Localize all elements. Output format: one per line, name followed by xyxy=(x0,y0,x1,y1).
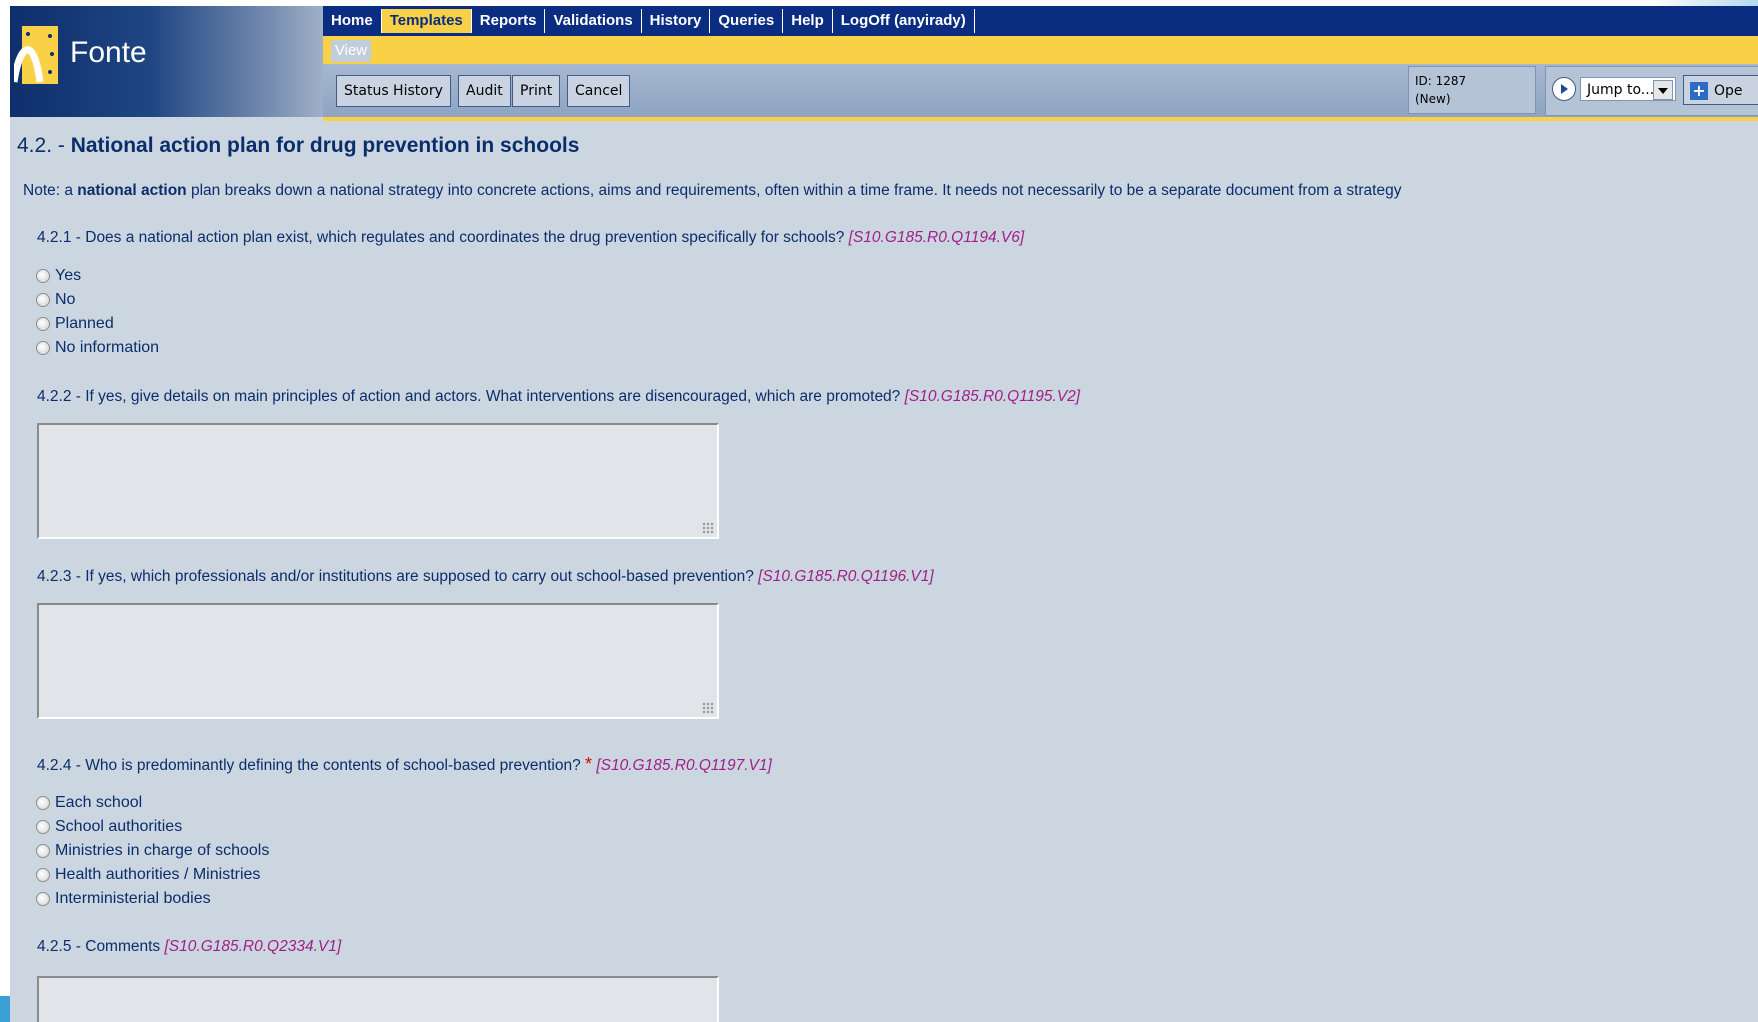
radio-label: Planned xyxy=(55,315,114,332)
answer-textarea-4-2-3[interactable] xyxy=(37,603,719,719)
radio-option-interministerial[interactable]: Interministerial bodies xyxy=(36,888,211,910)
fonte-logo-icon xyxy=(14,26,58,84)
nav-item-history[interactable]: History xyxy=(642,9,711,33)
open-button-label: Ope xyxy=(1714,83,1743,99)
question-text: 4.2.4 - Who is predominantly defining th… xyxy=(37,757,585,774)
radio-label: Health authorities / Ministries xyxy=(55,866,261,883)
radio-button[interactable] xyxy=(36,868,50,882)
top-navigation: Home Templates Reports Validations Histo… xyxy=(323,6,1758,36)
radio-option-yes[interactable]: Yes xyxy=(36,265,81,287)
radio-label: Ministries in charge of schools xyxy=(55,842,270,859)
section-number: 4.2. - xyxy=(17,134,71,157)
record-id: ID: 1287 xyxy=(1415,74,1467,88)
nav-item-reports[interactable]: Reports xyxy=(472,9,546,33)
open-button[interactable]: + Ope xyxy=(1683,75,1758,105)
jump-to-select[interactable]: Jump to... xyxy=(1580,77,1676,101)
question-code: [S10.G185.R0.Q1195.V2] xyxy=(904,388,1081,405)
audit-button[interactable]: Audit xyxy=(458,75,511,107)
required-marker: * xyxy=(585,754,593,774)
nav-item-queries[interactable]: Queries xyxy=(710,9,784,33)
chevron-down-icon[interactable] xyxy=(1653,80,1673,100)
toolbar: Status History Audit Print Cancel ID: 12… xyxy=(323,64,1758,117)
cancel-button[interactable]: Cancel xyxy=(567,75,631,107)
question-code: [S10.G185.R0.Q1194.V6] xyxy=(848,229,1025,246)
status-history-button[interactable]: Status History xyxy=(336,75,451,107)
section-title: National action plan for drug prevention… xyxy=(70,134,580,157)
radio-label: No information xyxy=(55,339,160,356)
page-title: 4.2. - National action plan for drug pre… xyxy=(17,134,579,158)
resize-grip-icon[interactable] xyxy=(702,522,714,534)
radio-button[interactable] xyxy=(36,844,50,858)
logo-text: Fonte xyxy=(70,36,147,69)
radio-button[interactable] xyxy=(36,269,50,283)
radio-option-planned[interactable]: Planned xyxy=(36,313,114,335)
question-4-2-2: 4.2.2 - If yes, give details on main pri… xyxy=(37,388,1080,406)
print-button[interactable]: Print xyxy=(512,75,561,107)
radio-label: School authorities xyxy=(55,818,183,835)
radio-label: No xyxy=(55,291,76,308)
radio-button[interactable] xyxy=(36,796,50,810)
nav-item-validations[interactable]: Validations xyxy=(545,9,642,33)
note-prefix: Note: a xyxy=(23,182,78,199)
radio-button[interactable] xyxy=(36,293,50,307)
radio-label: Each school xyxy=(55,794,143,811)
radio-option-each-school[interactable]: Each school xyxy=(36,792,142,814)
nav-item-home[interactable]: Home xyxy=(323,9,382,33)
nav-item-help[interactable]: Help xyxy=(783,9,833,33)
question-code: [S10.G185.R0.Q1196.V1] xyxy=(758,568,934,585)
logo-area: Fonte xyxy=(10,6,323,117)
question-text: 4.2.1 - Does a national action plan exis… xyxy=(37,229,849,246)
jump-to-panel: Jump to... + Ope xyxy=(1545,66,1758,116)
question-text: 4.2.3 - If yes, which professionals and/… xyxy=(37,568,759,585)
radio-label: Yes xyxy=(55,267,82,284)
question-text: 4.2.2 - If yes, give details on main pri… xyxy=(37,388,905,405)
question-4-2-3: 4.2.3 - If yes, which professionals and/… xyxy=(37,568,934,586)
radio-button[interactable] xyxy=(36,892,50,906)
question-4-2-5: 4.2.5 - Comments [S10.G185.R0.Q2334.V1] xyxy=(37,938,341,956)
radio-option-no-information[interactable]: No information xyxy=(36,337,159,359)
radio-button[interactable] xyxy=(36,341,50,355)
decorative-corner xyxy=(0,996,10,1022)
question-code: [S10.G185.R0.Q2334.V1] xyxy=(164,938,342,955)
question-text: 4.2.5 - Comments xyxy=(37,938,165,955)
header-divider xyxy=(323,117,1758,121)
note-bold: national action xyxy=(77,182,187,199)
question-4-2-1: 4.2.1 - Does a national action plan exis… xyxy=(37,229,1024,247)
radio-option-school-authorities[interactable]: School authorities xyxy=(36,816,182,838)
tab-view[interactable]: View xyxy=(331,40,371,62)
play-icon[interactable] xyxy=(1552,77,1576,101)
question-code: [S10.G185.R0.Q1197.V1] xyxy=(596,757,772,774)
application-frame: Fonte Home Templates Reports Validations… xyxy=(10,6,1758,1022)
record-status: (New) xyxy=(1415,92,1451,106)
answer-textarea-4-2-5[interactable] xyxy=(37,976,719,1022)
nav-item-logoff[interactable]: LogOff (anyirady) xyxy=(833,9,975,33)
radio-option-no[interactable]: No xyxy=(36,289,75,311)
record-id-box: ID: 1287 (New) xyxy=(1408,66,1536,114)
nav-item-templates[interactable]: Templates xyxy=(381,9,472,33)
radio-button[interactable] xyxy=(36,317,50,331)
section-note: Note: a national action plan breaks down… xyxy=(23,182,1401,200)
jump-to-value: Jump to... xyxy=(1587,82,1655,98)
sub-navigation: View xyxy=(323,36,1758,64)
answer-textarea-4-2-2[interactable] xyxy=(37,423,719,539)
radio-option-ministries[interactable]: Ministries in charge of schools xyxy=(36,840,269,862)
radio-button[interactable] xyxy=(36,820,50,834)
resize-grip-icon[interactable] xyxy=(702,702,714,714)
plus-icon: + xyxy=(1690,82,1708,100)
question-4-2-4: 4.2.4 - Who is predominantly defining th… xyxy=(37,754,772,775)
note-rest: plan breaks down a national strategy int… xyxy=(186,182,1402,199)
radio-option-health-authorities[interactable]: Health authorities / Ministries xyxy=(36,864,260,886)
radio-label: Interministerial bodies xyxy=(55,890,211,907)
